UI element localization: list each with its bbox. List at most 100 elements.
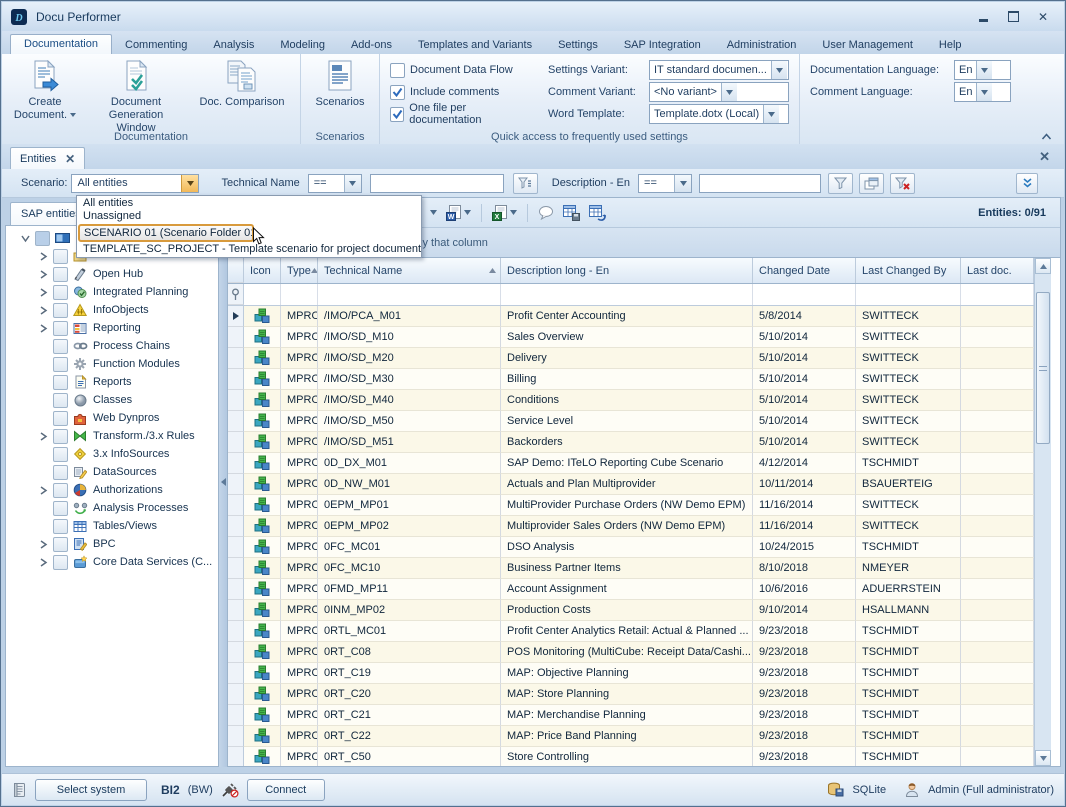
minimize-button[interactable] xyxy=(970,8,996,25)
dropdown-item-scenario-01-scenario-folder-01[interactable]: SCENARIO 01 (Scenario Folder 01) xyxy=(78,224,254,242)
tree-checkbox[interactable] xyxy=(53,357,68,372)
expand-chevron-icon[interactable] xyxy=(36,306,50,315)
table-row[interactable]: MPRO /IMO/SD_M40 Conditions 5/10/2014 SW… xyxy=(228,390,1034,411)
tree-item-open-hub[interactable]: Open Hub xyxy=(6,265,218,283)
select-box-documentation-language[interactable]: En xyxy=(954,60,1011,80)
menu-tab-help[interactable]: Help xyxy=(926,35,975,54)
technical-name-filter-icon[interactable] xyxy=(513,173,538,194)
technical-name-operator-combo[interactable]: == xyxy=(308,174,362,193)
tree-checkbox[interactable] xyxy=(53,447,68,462)
select-box-word-template[interactable]: Template.dotx (Local) xyxy=(649,104,789,124)
table-row[interactable]: MPRO /IMO/SD_M20 Delivery 5/10/2014 SWIT… xyxy=(228,348,1034,369)
column-header-changed-date[interactable]: Changed Date xyxy=(753,258,856,283)
document-generation-window-button[interactable]: Document Generation Window xyxy=(84,57,188,139)
menu-tab-add-ons[interactable]: Add-ons xyxy=(338,35,405,54)
tree-checkbox[interactable] xyxy=(53,303,68,318)
tree-checkbox[interactable] xyxy=(53,339,68,354)
checkbox-include-comments[interactable]: Include comments xyxy=(390,81,534,103)
checkbox-one-file-per-documentation[interactable]: One file per documentation xyxy=(390,103,534,125)
tree-checkbox[interactable] xyxy=(35,231,50,246)
dropdown-caret-icon[interactable] xyxy=(763,105,779,123)
column-header-description-long-en[interactable]: Description long - En xyxy=(501,258,753,283)
expand-chevron-icon[interactable] xyxy=(36,540,50,549)
filter-cell-icon[interactable] xyxy=(244,284,281,305)
tree-item-reports[interactable]: Reports xyxy=(6,373,218,391)
tree-item-reporting[interactable]: Reporting xyxy=(6,319,218,337)
tree-item-process-chains[interactable]: Process Chains xyxy=(6,337,218,355)
table-row[interactable]: MPRO 0RT_C22 MAP: Price Band Planning 9/… xyxy=(228,726,1034,747)
table-row[interactable]: MPRO /IMO/SD_M30 Billing 5/10/2014 SWITT… xyxy=(228,369,1034,390)
tree-checkbox[interactable] xyxy=(53,267,68,282)
table-row[interactable]: MPRO 0FMD_MP11 Account Assignment 10/6/2… xyxy=(228,579,1034,600)
select-box-settings-variant[interactable]: IT standard documen... xyxy=(649,60,789,80)
menu-tab-commenting[interactable]: Commenting xyxy=(112,35,200,54)
menu-tab-user-management[interactable]: User Management xyxy=(809,35,926,54)
system-list-icon[interactable] xyxy=(12,782,27,798)
tree-checkbox[interactable] xyxy=(53,249,68,264)
tree-item-authorizations[interactable]: Authorizations xyxy=(6,481,218,499)
table-row[interactable]: MPRO 0RTL_MC01 Profit Center Analytics R… xyxy=(228,621,1034,642)
database-label[interactable]: SQLite xyxy=(852,784,886,796)
dropdown-item-all-entities[interactable]: All entities xyxy=(77,197,421,210)
close-panel-icon[interactable]: ✕ xyxy=(1039,149,1050,165)
scenario-combo[interactable]: All entities xyxy=(71,174,199,193)
filter-cell-technical-name[interactable] xyxy=(318,284,501,305)
tree-item-infoobjects[interactable]: InfoObjects xyxy=(6,301,218,319)
table-row[interactable]: MPRO /IMO/SD_M50 Service Level 5/10/2014… xyxy=(228,411,1034,432)
tree-checkbox[interactable] xyxy=(53,483,68,498)
column-header-technical-name[interactable]: Technical Name xyxy=(318,258,501,283)
scroll-down-icon[interactable] xyxy=(1035,750,1051,766)
panel-splitter[interactable] xyxy=(219,197,227,767)
expand-chevron-icon[interactable] xyxy=(36,486,50,495)
table-row[interactable]: MPRO 0RT_C08 POS Monitoring (MultiCube: … xyxy=(228,642,1034,663)
tree-item-bpc[interactable]: BPC xyxy=(6,535,218,553)
filter-editor-icon[interactable] xyxy=(859,173,884,194)
description-operator-combo[interactable]: == xyxy=(638,174,692,193)
clear-filter-icon[interactable] xyxy=(890,173,915,194)
menu-tab-administration[interactable]: Administration xyxy=(714,35,810,54)
tree-checkbox[interactable] xyxy=(53,537,68,552)
tree-item-transform-3-x-rules[interactable]: Transform./3.x Rules xyxy=(6,427,218,445)
menu-tab-analysis[interactable]: Analysis xyxy=(200,35,267,54)
checkbox-document-data-flow[interactable]: Document Data Flow xyxy=(390,59,534,81)
tree-item-integrated-planning[interactable]: Integrated Planning xyxy=(6,283,218,301)
table-row[interactable]: MPRO 0FC_MC10 Business Partner Items 8/1… xyxy=(228,558,1034,579)
expand-chevron-icon[interactable] xyxy=(36,432,50,441)
expand-filter-panel-button[interactable] xyxy=(1016,173,1038,194)
tree-checkbox[interactable] xyxy=(53,321,68,336)
select-box-comment-language[interactable]: En xyxy=(954,82,1011,102)
close-tab-icon[interactable]: ✕ xyxy=(65,152,75,166)
column-header-last-doc[interactable]: Last doc. xyxy=(961,258,1034,283)
column-header-icon[interactable]: Icon xyxy=(244,258,281,283)
column-header-last-changed-by[interactable]: Last Changed By xyxy=(856,258,961,283)
column-header-type[interactable]: Type xyxy=(281,258,318,283)
close-button[interactable]: ✕ xyxy=(1030,8,1056,25)
filter-cell-type[interactable] xyxy=(281,284,318,305)
user-label[interactable]: Admin (Full administrator) xyxy=(928,784,1054,796)
export-word-button[interactable]: W xyxy=(444,203,473,223)
menu-tab-modeling[interactable]: Modeling xyxy=(267,35,338,54)
filter-cell-changed-date[interactable] xyxy=(753,284,856,305)
tree-item-analysis-processes[interactable]: Analysis Processes xyxy=(6,499,218,517)
tree-item-3-x-infosources[interactable]: 3.x InfoSources xyxy=(6,445,218,463)
table-row[interactable]: MPRO 0RT_C21 MAP: Merchandise Planning 9… xyxy=(228,705,1034,726)
titlebar[interactable]: D Docu Performer ✕ xyxy=(2,2,1064,32)
expand-chevron-icon[interactable] xyxy=(36,324,50,333)
table-row[interactable]: MPRO 0INM_MP02 Production Costs 9/10/201… xyxy=(228,600,1034,621)
tree-item-function-modules[interactable]: Function Modules xyxy=(6,355,218,373)
scrollbar-thumb[interactable] xyxy=(1036,292,1050,444)
expand-chevron-icon[interactable] xyxy=(36,270,50,279)
load-layout-icon[interactable] xyxy=(587,203,608,223)
connect-button[interactable]: Connect xyxy=(247,779,325,801)
tree-checkbox[interactable] xyxy=(53,375,68,390)
filter-icon[interactable] xyxy=(828,173,853,194)
menu-tab-settings[interactable]: Settings xyxy=(545,35,611,54)
create-document-button[interactable]: Create Document. xyxy=(6,57,84,125)
expand-chevron-icon[interactable] xyxy=(36,558,50,567)
grid-filter-row[interactable] xyxy=(228,284,1034,306)
menu-tab-templates-and-variants[interactable]: Templates and Variants xyxy=(405,35,545,54)
dropdown-caret-icon[interactable] xyxy=(771,61,787,79)
filter-cell-description-long-en[interactable] xyxy=(501,284,753,305)
menu-tab-sap-integration[interactable]: SAP Integration xyxy=(611,35,714,54)
expand-chevron-icon[interactable] xyxy=(18,234,32,243)
